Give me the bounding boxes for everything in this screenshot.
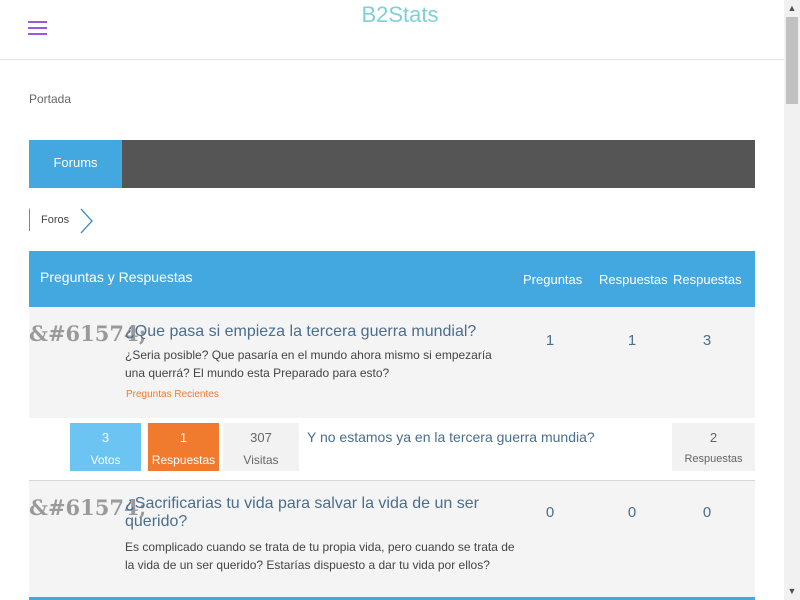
breadcrumb-label: Foros — [41, 214, 70, 226]
column-respuestas: Respuestas — [599, 272, 668, 287]
topic-count-respuestas-2: 0 — [702, 504, 712, 521]
main-navbar: Forums — [29, 140, 755, 188]
scroll-down-arrow-icon[interactable]: ▼ — [784, 583, 800, 600]
forum-title[interactable]: Preguntas y Respuestas — [40, 269, 193, 285]
answers-count: 1 — [179, 430, 188, 445]
replies-badge: 2 Respuestas — [672, 423, 755, 471]
topic-count-respuestas: 0 — [627, 504, 637, 521]
replies-count: 2 — [709, 430, 718, 445]
latest-question-title[interactable]: Y no estamos ya en la tercera guerra mun… — [307, 429, 595, 445]
topic-description: Es complicado cuando se trata de tu prop… — [125, 540, 515, 572]
latest-question-row: 3 Votos 1 Respuestas 307 Visitas Y no es… — [29, 418, 755, 481]
topic-count-respuestas: 1 — [627, 332, 637, 349]
votes-badge: 3 Votos — [70, 423, 141, 471]
topic-title[interactable]: ¿Sacrificarias tu vida para salvar la vi… — [125, 495, 515, 531]
topic-row: &#61574; ¿Que pasa si empieza la tercera… — [29, 307, 755, 418]
votes-count: 3 — [101, 430, 110, 445]
views-count: 307 — [250, 430, 272, 445]
topic-row: &#61574; ¿Sacrificarias tu vida para sal… — [29, 481, 755, 597]
scroll-up-arrow-icon[interactable]: ▲ — [784, 0, 800, 17]
site-brand[interactable]: B2Stats — [0, 2, 800, 28]
menu-bar — [28, 33, 47, 35]
column-respuestas-2: Respuestas — [673, 272, 742, 287]
column-preguntas: Preguntas — [523, 272, 583, 287]
views-label: Visitas — [243, 453, 279, 467]
topic-description: ¿Seria posible? Que pasaría en el mundo … — [125, 348, 492, 380]
topic-count-respuestas-2: 3 — [702, 332, 712, 349]
answers-badge: 1 Respuestas — [148, 423, 219, 471]
portada-link[interactable]: Portada — [29, 92, 71, 106]
scrollbar-thumb[interactable] — [786, 17, 798, 104]
chevron-right-icon — [80, 208, 93, 234]
views-badge: 307 Visitas — [223, 423, 299, 471]
votes-label: Votos — [90, 453, 121, 467]
recent-questions-link[interactable]: Preguntas Recientes — [126, 389, 219, 400]
replies-label: Respuestas — [684, 453, 743, 465]
breadcrumb-item-foros[interactable]: Foros — [29, 208, 80, 231]
tab-forums[interactable]: Forums — [29, 140, 122, 188]
topic-count-preguntas: 0 — [545, 504, 555, 521]
topic-title[interactable]: ¿Que pasa si empieza la tercera guerra m… — [125, 323, 515, 341]
forum-table-header: Preguntas y Respuestas Preguntas Respues… — [29, 251, 755, 307]
top-header: B2Stats — [0, 0, 784, 60]
vertical-scrollbar[interactable]: ▲ ▼ — [784, 0, 800, 600]
answers-label: Respuestas — [151, 453, 216, 467]
topic-count-preguntas: 1 — [545, 332, 555, 349]
